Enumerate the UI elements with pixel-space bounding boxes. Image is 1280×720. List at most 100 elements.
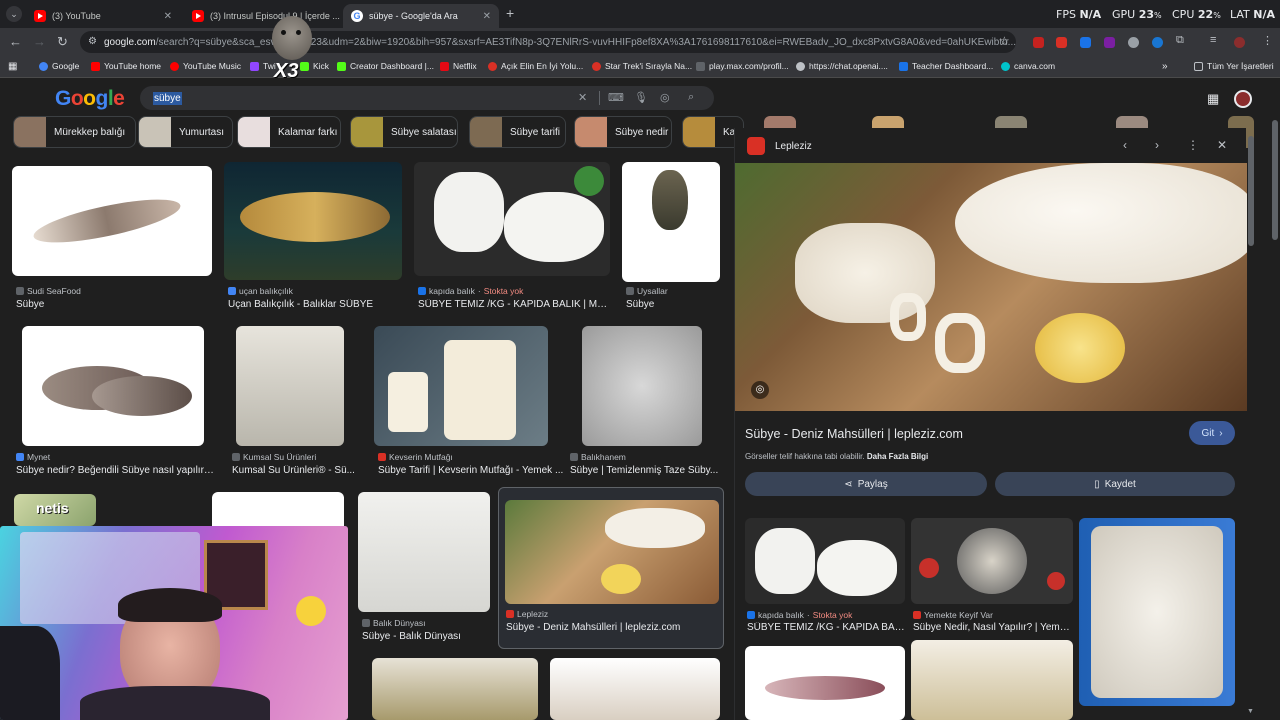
address-path-rest: 6a2e23&udm=2&biw=1920&bih=957&sxsrf=AE3T…	[288, 36, 1016, 48]
account-avatar[interactable]	[1234, 90, 1252, 108]
clear-search-icon[interactable]: ✕	[578, 91, 587, 104]
bookmark-teacher-dashboard[interactable]: Teacher Dashboard...	[899, 61, 993, 71]
close-icon[interactable]: ✕	[483, 11, 491, 22]
site-favicon	[747, 137, 765, 155]
panel-title[interactable]: Sübye - Deniz Mahsülleri | lepleziz.com	[745, 427, 963, 441]
related-image[interactable]: Yemekte Keyif Var Sübye Nedir, Nasıl Yap…	[911, 518, 1073, 634]
site-info-icon[interactable]: ⚙	[88, 36, 97, 47]
extension-icon[interactable]	[1152, 37, 1163, 48]
tab-search-icon[interactable]: ⌄	[6, 6, 22, 22]
bookmark-play-max[interactable]: play.max.com/profil...	[696, 61, 789, 71]
lens-icon[interactable]: ◎	[751, 381, 769, 399]
more-options-icon[interactable]: ⋮	[1187, 138, 1199, 152]
google-logo[interactable]: Google	[55, 87, 125, 111]
related-search-chip[interactable]: Sübye salatası	[350, 116, 458, 148]
preview-image[interactable]: ◎	[735, 163, 1247, 411]
new-tab-button[interactable]: +	[506, 5, 514, 21]
page-scrollbar[interactable]	[1272, 120, 1278, 240]
previous-icon[interactable]: ‹	[1123, 138, 1127, 152]
translate-icon[interactable]	[1080, 37, 1091, 48]
google-icon	[39, 61, 48, 71]
keyboard-icon[interactable]: ⌨	[608, 91, 624, 104]
bookmark-youtube-home[interactable]: YouTube home	[91, 61, 161, 71]
apps-grid-icon[interactable]: ▦	[8, 61, 17, 72]
tab-youtube[interactable]: (3) YouTube ✕	[26, 4, 180, 28]
image-result[interactable]	[372, 658, 538, 720]
bookmark-creator-dashboard[interactable]: Creator Dashboard |...	[337, 61, 434, 71]
result-thumbnail	[12, 166, 212, 276]
profile-avatar[interactable]	[1234, 37, 1245, 48]
save-button[interactable]: ▯ Kaydet	[995, 472, 1235, 496]
visit-site-button[interactable]: Git ›	[1189, 421, 1235, 445]
related-image[interactable]	[911, 640, 1073, 720]
related-image[interactable]	[1079, 518, 1235, 706]
bookmark-canva[interactable]: canva.com	[1001, 61, 1055, 71]
chip-thumbnail	[470, 117, 502, 147]
close-icon[interactable]: ✕	[164, 11, 172, 22]
share-button[interactable]: ⋖ Paylaş	[745, 472, 987, 496]
forward-icon[interactable]: →	[33, 34, 46, 49]
extension-icon[interactable]	[1128, 37, 1139, 48]
related-search-chip[interactable]: Mürekkep balığı	[13, 116, 136, 148]
extension-icon[interactable]	[1104, 37, 1115, 48]
back-icon[interactable]: ←	[9, 34, 22, 49]
logo-letter: g	[95, 87, 109, 110]
kick-icon	[337, 61, 346, 71]
voice-search-icon[interactable]: 🎙	[634, 91, 648, 104]
bookmark-star-icon[interactable]: ☆	[999, 34, 1010, 48]
extension-icon[interactable]	[1056, 37, 1067, 48]
image-preview-panel: Lepleziz ‹ › ⋮ ✕ ◎ Sübye - Deniz Mahsüll…	[734, 128, 1247, 720]
image-result-selected[interactable]: Lepleziz Sübye - Deniz Mahsülleri | lepl…	[498, 487, 724, 649]
result-thumbnail	[224, 162, 402, 280]
related-image[interactable]: kapıda balık · Stokta yok SÜBYE TEMİZ /K…	[745, 518, 905, 634]
image-result[interactable]: uçan balıkçılık Uçan Balıkçılık - Balıkl…	[224, 162, 404, 312]
other-bookmarks-folder[interactable]: Tüm Yer İşaretleri	[1194, 61, 1274, 71]
result-title: SÜBYE TEMİZ /KG - KAPIDA BALIK | Ma...	[418, 299, 610, 310]
more-bookmarks-button[interactable]: »	[1162, 61, 1168, 72]
image-result[interactable]: Mynet Sübye nedir? Beğendili Sübye nasıl…	[12, 326, 216, 478]
image-result[interactable]: Uysallar Sübye	[622, 162, 722, 312]
canva-icon	[1001, 61, 1010, 71]
image-result[interactable]	[550, 658, 720, 720]
bookmark-google[interactable]: Google	[39, 61, 79, 71]
search-input[interactable]: sübye ✕ ⌨ 🎙 ◎ ⌕	[140, 86, 714, 110]
extension-icon[interactable]	[1033, 37, 1044, 48]
reload-icon[interactable]: ↻	[57, 34, 68, 50]
image-result[interactable]: Kumsal Su Ürünleri Kumsal Su Ürünleri® -…	[228, 326, 358, 478]
bookmark-star-trek[interactable]: Star Trek'i Sırayla Na...	[592, 61, 692, 71]
media-control-icon[interactable]: ≡	[1210, 34, 1216, 46]
bookmark-youtube-music[interactable]: YouTube Music	[170, 61, 241, 71]
related-image[interactable]	[745, 646, 905, 720]
image-result[interactable]: kapıda balık · Stokta yok SÜBYE TEMİZ /K…	[414, 162, 612, 312]
image-result[interactable]: Balıkhanem Sübye | Temizlenmiş Taze Süby…	[566, 326, 726, 478]
google-apps-icon[interactable]: ▦	[1207, 91, 1219, 107]
related-search-chip[interactable]: Sübye tarifi	[469, 116, 566, 148]
stream-overlay-sticker: X3	[268, 14, 318, 84]
logo-letter: G	[55, 87, 71, 110]
close-panel-icon[interactable]: ✕	[1217, 138, 1227, 152]
result-source: Kevserin Mutfağı	[378, 452, 453, 462]
related-search-chip[interactable]: Kalamar farkı	[237, 116, 341, 148]
related-search-chip[interactable]: Sübye nedir	[574, 116, 672, 148]
menu-kebab-icon[interactable]: ⋮	[1262, 34, 1273, 47]
bookmark-acik-elin[interactable]: Açık Elin En İyi Yolu...	[488, 61, 583, 71]
tab-google-search[interactable]: G sübye - Google'da Ara ✕	[343, 4, 499, 28]
search-icon[interactable]: ⌕	[688, 91, 694, 104]
lens-search-icon[interactable]: ◎	[660, 91, 670, 104]
more-info-link[interactable]: Daha Fazla Bilgi	[867, 452, 928, 461]
panel-site-name[interactable]: Lepleziz	[775, 141, 812, 152]
image-result[interactable]: Sudi SeaFood Sübye	[12, 166, 212, 312]
image-result[interactable]: Balık Dünyası Sübye - Balık Dünyası	[358, 492, 490, 648]
extensions-puzzle-icon[interactable]: ⧉	[1176, 34, 1184, 47]
next-icon[interactable]: ›	[1155, 138, 1159, 152]
scroll-down-icon[interactable]: ▼	[1247, 708, 1254, 715]
bookmark-chat-openai[interactable]: https://chat.openai....	[796, 61, 888, 71]
related-search-chip[interactable]: Yumurtası	[138, 116, 233, 148]
chip-thumbnail	[351, 117, 383, 147]
image-result[interactable]: Kevserin Mutfağı Sübye Tarifi | Kevserin…	[374, 326, 570, 478]
bookmark-netflix[interactable]: Netflix	[440, 61, 477, 71]
address-bar[interactable]: ⚙ google.com/search?q=sübye&sca_esv= 6a2e…	[80, 31, 1016, 53]
panel-scrollbar[interactable]: ▼	[1247, 128, 1254, 720]
site-icon	[488, 61, 497, 71]
bookmarks-bar: ▦ Google YouTube home YouTube Music Twi …	[0, 56, 1280, 78]
